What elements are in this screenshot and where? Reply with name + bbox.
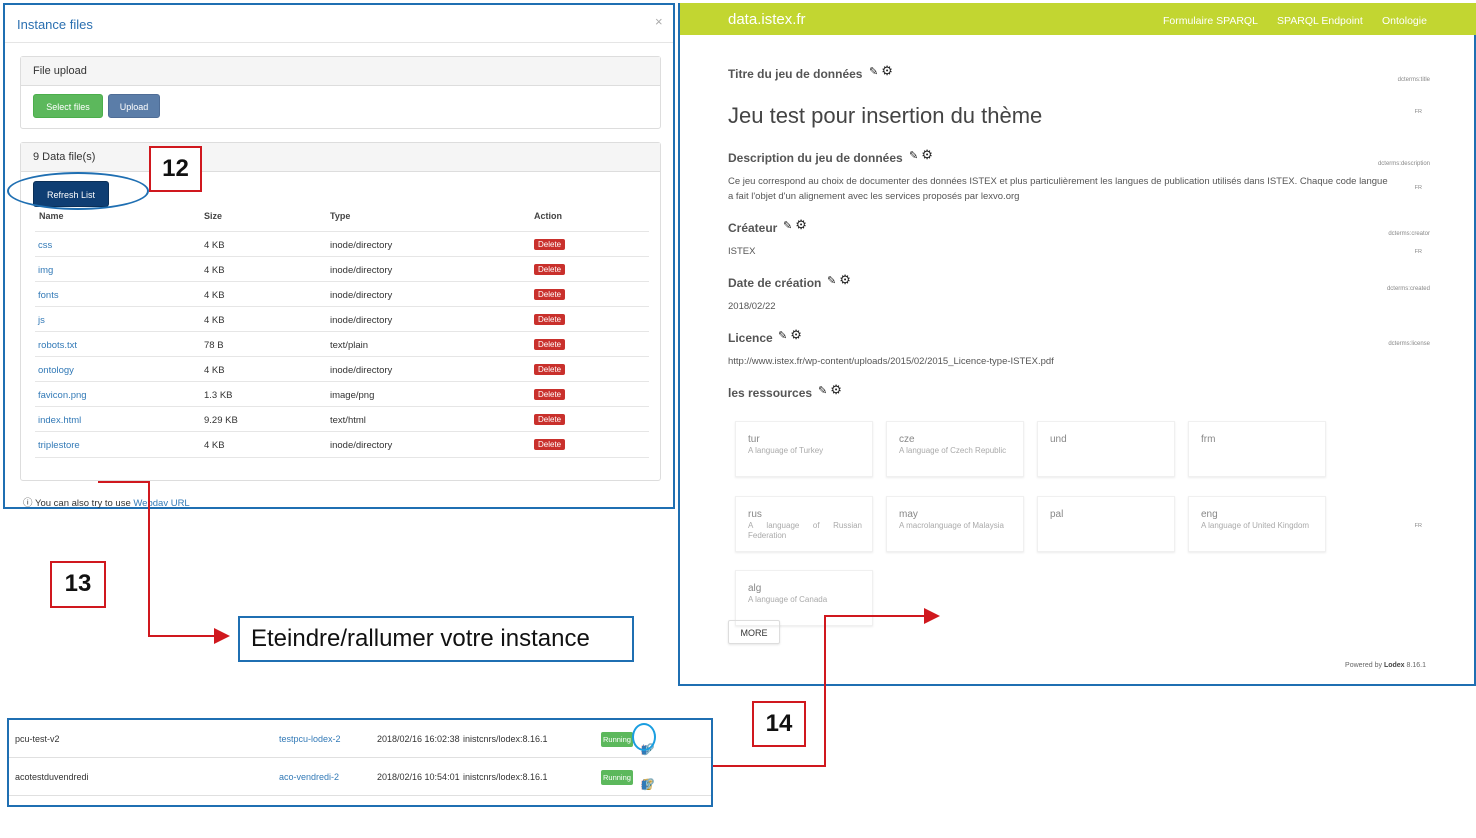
instance-host-link[interactable]: testpcu-lodex-2 xyxy=(279,734,341,744)
instance-date: 2018/02/16 10:54:01 xyxy=(377,772,460,782)
instance-date: 2018/02/16 16:02:38 xyxy=(377,734,460,744)
instance-name: acotestduvendredi xyxy=(15,772,89,782)
arrow-14 xyxy=(712,608,940,767)
callout-number-13: 13 xyxy=(50,561,106,608)
callout-number-14: 14 xyxy=(752,701,806,747)
arrow-13 xyxy=(98,481,230,644)
callout-number-12: 12 xyxy=(149,146,202,192)
instance-host-link[interactable]: aco-vendredi-2 xyxy=(279,772,339,782)
table-row: pcu-test-v2 testpcu-lodex-2 2018/02/16 1… xyxy=(9,720,711,758)
callout-instruction: Eteindre/rallumer votre instance xyxy=(238,616,634,662)
instance-name: pcu-test-v2 xyxy=(15,734,60,744)
instance-image: inistcnrs/lodex:8.16.1 xyxy=(463,772,548,782)
table-row: acotestduvendredi aco-vendredi-2 2018/02… xyxy=(9,758,711,796)
status-badge: Running xyxy=(601,770,633,785)
instances-table: pcu-test-v2 testpcu-lodex-2 2018/02/16 1… xyxy=(7,718,713,807)
file-icon[interactable]: ▮ xyxy=(641,778,648,791)
status-badge: Running xyxy=(601,732,633,747)
instance-image: inistcnrs/lodex:8.16.1 xyxy=(463,734,548,744)
stop-highlight-circle xyxy=(632,723,656,751)
annotation-arrows xyxy=(98,481,940,767)
